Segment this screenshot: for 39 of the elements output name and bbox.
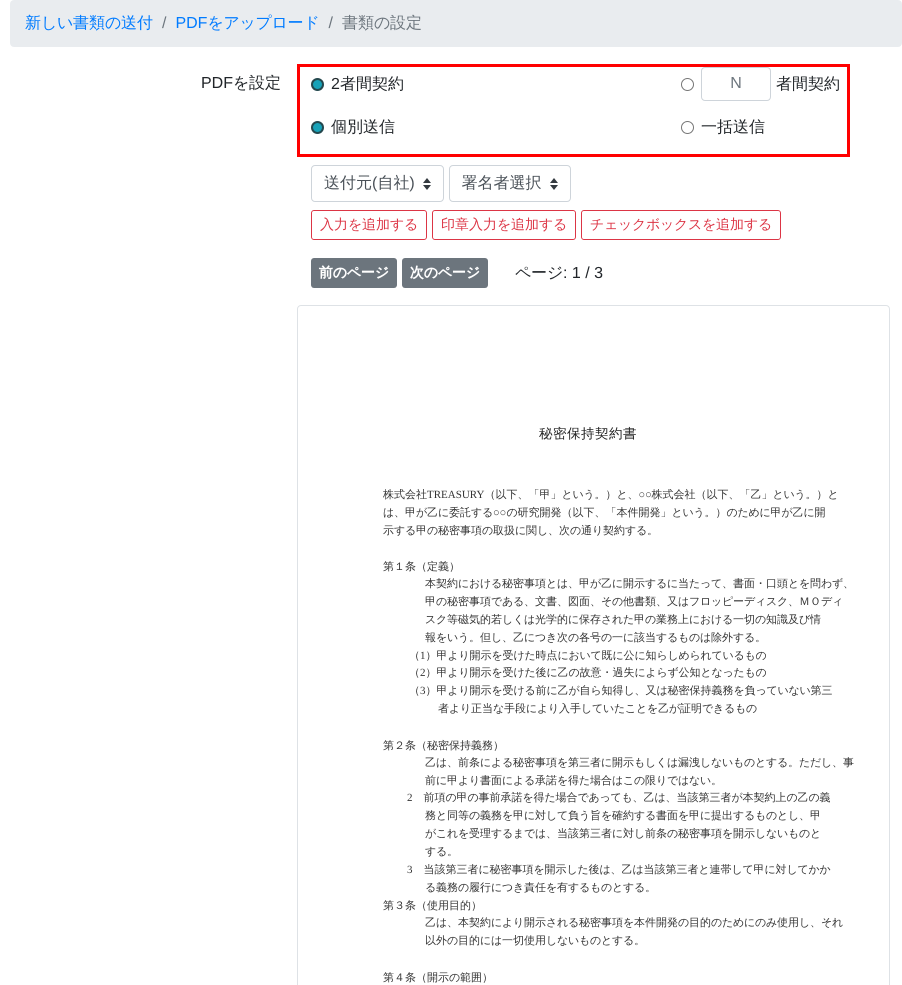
page-indicator: ページ: 1 / 3 (515, 264, 604, 284)
field-label: PDFを設定 (201, 74, 281, 94)
article-heading: 第１条（定義） (383, 561, 460, 574)
document-title: 秘密保持契約書 (539, 425, 637, 443)
option-label: 者間契約 (776, 74, 840, 94)
clause-paragraph: 3 当該第三者に秘密事項を開示した後は、乙は当該第三者と連帯して甲に対してかか る義務の履行につき責任を有するものとする。 (407, 862, 830, 896)
document-paragraph: 乙は、前条による秘密事項を第三者に開示もしくは漏洩しないものとする。ただし、事 前に甲より書面による承諾を得た場合はこの限りではない。 (425, 756, 854, 788)
breadcrumb-link[interactable]: 新しい書類の送付 (25, 13, 153, 34)
list-item-text: （2）甲より開示を受けた後に乙の故意・過失によらず公知となったもの (409, 666, 766, 682)
dropdown-select[interactable]: 署名者選択 (448, 165, 571, 202)
previous-page-button[interactable]: 前のページ (311, 258, 397, 288)
updown-caret-icon (422, 178, 431, 190)
option-label: 2者間契約 (331, 74, 404, 94)
option-label: 個別送信 (331, 118, 395, 138)
clause-paragraph: 2 前項の甲の事前承諾を得た場合であっても、乙は、当該第三者が本契約上の乙の義 務と同等の義務を甲に対して負う旨を確約する書面を甲に提出するものとし、甲 がこれを受理するまでは、当該第三者に対し前条の秘密事項を開示しないものと する。 (407, 790, 830, 860)
article-heading: 第３条（使用目的） (383, 900, 482, 912)
dropdown-select[interactable]: 送付元(自社) (311, 165, 444, 202)
breadcrumb-separator: / (327, 14, 334, 32)
article-heading: 第４条（開示の範囲） (383, 972, 493, 984)
document-paragraph: 株式会社TREASURY（以下、「甲」という。）と、○○株式会社（以下、「乙」という。）と は、甲が乙に委託する○○の研究開発（以下、「本件開発」という。）のために甲が乙に開 示する甲の秘密事項の取扱に関し、次の通り契約する。 (383, 488, 839, 539)
article-heading: 第２条（秘密保持義務） (383, 740, 504, 752)
radio-button[interactable] (681, 78, 694, 90)
radio-button[interactable] (311, 78, 324, 90)
radio-button[interactable] (681, 120, 694, 134)
add-field-button[interactable]: 印章入力を追加する (432, 210, 576, 240)
document-paragraph: 本契約における秘密事項とは、甲が乙に開示するに当たって、書面・口頭とを問わず、 甲の秘密事項である、文書、図面、その他書類、又はフロッピーディスク、ＭＯディ スク等磁気的若しくは光学的に保存された甲の業務上における一切の知識及び情 報をいう。但し、乙につき次の各号の一に該当するものは除外する。 (425, 576, 854, 646)
next-page-button[interactable]: 次のページ (402, 258, 488, 288)
document-paragraph: 乙は、本契約により開示される秘密事項を本件開発の目的のためにのみ使用し、それ 以外の目的には一切使用しないものとする。 (425, 916, 843, 950)
add-field-button[interactable]: 入力を追加する (311, 210, 427, 240)
updown-caret-icon (550, 178, 558, 190)
option-label: 一括送信 (701, 118, 765, 138)
breadcrumb-link[interactable]: PDFをアップロード (175, 13, 320, 34)
add-field-button[interactable]: チェックボックスを追加する (581, 210, 781, 240)
party-count-field[interactable]: N (701, 67, 771, 101)
breadcrumb-current: 書類の設定 (342, 14, 422, 34)
breadcrumb-separator: / (161, 14, 168, 32)
radio-button[interactable] (311, 120, 324, 134)
list-item-text: （1）甲より開示を受けた時点において既に公に知らしめられているもの (409, 648, 766, 664)
list-item-text: （3）甲より開示を受ける前に乙が自ら知得し、又は秘密保持義務を負っていない第三 者より正当な手段により入手していたことを乙が証明できるもの (409, 684, 832, 718)
